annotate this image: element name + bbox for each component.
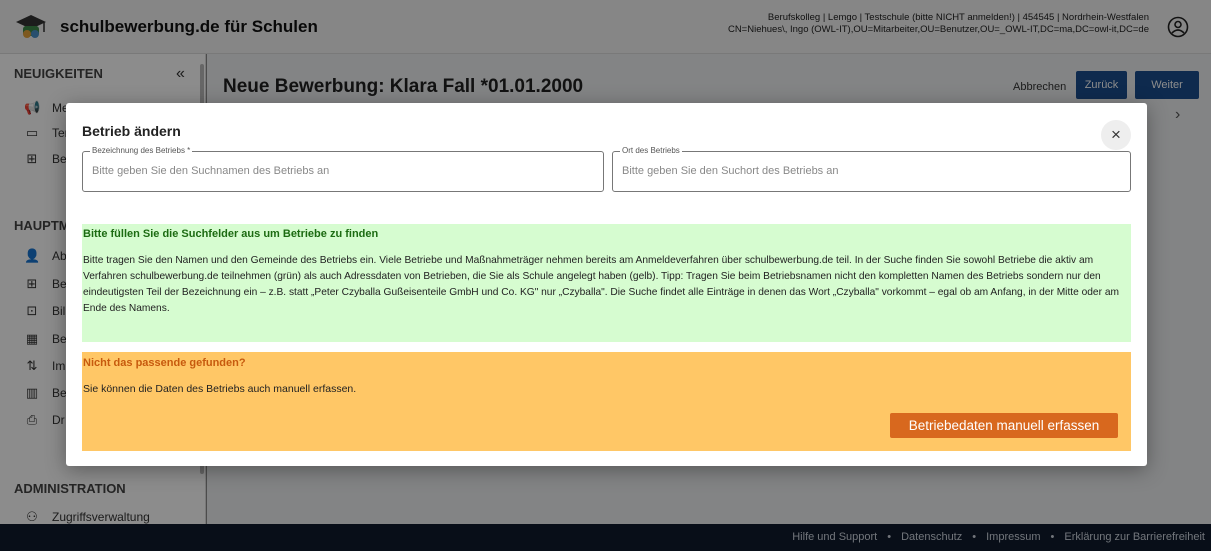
manual-entry-panel: Nicht das passende gefunden? Sie können …	[82, 352, 1131, 451]
company-location-label: Ort des Betriebs	[620, 146, 682, 155]
change-company-dialog: Betrieb ändern × Bezeichnung des Betrieb…	[66, 103, 1147, 466]
company-name-input[interactable]	[92, 165, 586, 177]
search-hint-text: Bitte tragen Sie den Namen und den Gemei…	[83, 255, 1119, 314]
company-location-field[interactable]: Ort des Betriebs	[612, 146, 1131, 192]
company-location-input[interactable]	[622, 165, 1114, 177]
company-name-label: Bezeichnung des Betriebs *	[90, 146, 193, 155]
search-hint-title: Bitte füllen Sie die Suchfelder aus um B…	[83, 228, 379, 240]
company-name-field[interactable]: Bezeichnung des Betriebs *	[82, 146, 604, 192]
dialog-title: Betrieb ändern	[82, 123, 181, 139]
close-icon[interactable]: ×	[1101, 120, 1131, 150]
search-hint-panel: Bitte füllen Sie die Suchfelder aus um B…	[82, 224, 1131, 342]
manual-entry-text: Sie können die Daten des Betriebs auch m…	[83, 383, 357, 395]
manual-entry-button[interactable]: Betriebedaten manuell erfassen	[890, 413, 1118, 438]
manual-entry-title: Nicht das passende gefunden?	[83, 357, 246, 369]
